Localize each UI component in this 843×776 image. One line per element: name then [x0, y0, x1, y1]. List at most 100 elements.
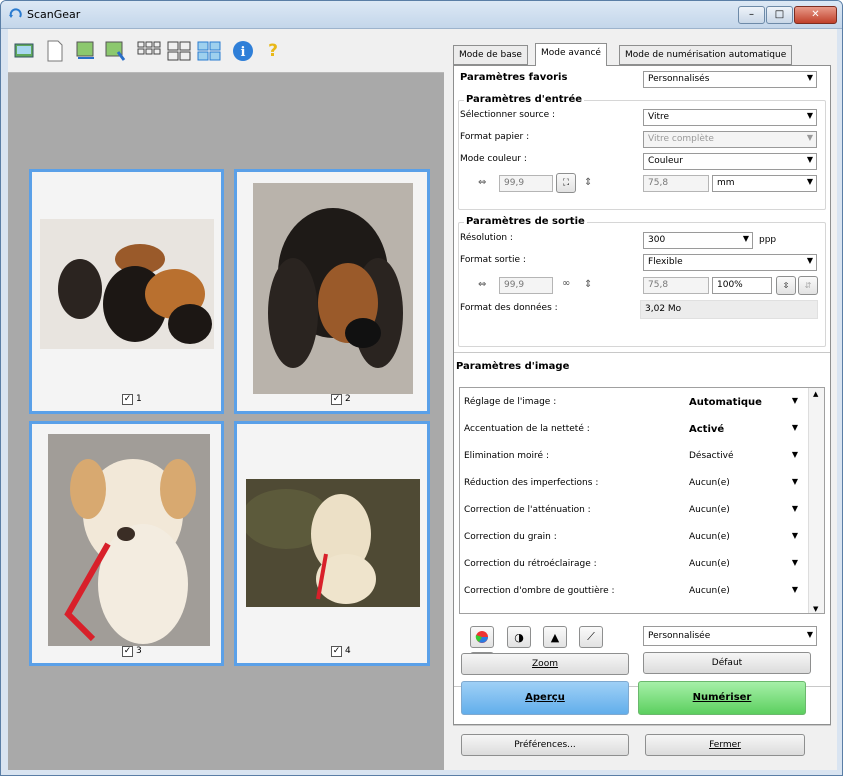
swap-orientation-icon[interactable]: ⇵	[798, 276, 818, 295]
chevron-down-icon: ▼	[806, 133, 813, 142]
thumbnail-1[interactable]: ✓ 1	[29, 169, 224, 414]
tab-advanced-mode[interactable]: Mode avancé	[535, 43, 607, 66]
input-height-field[interactable]: 75,8	[643, 175, 709, 192]
blank-page-icon[interactable]	[42, 38, 68, 64]
photo-labrador-grass	[246, 479, 420, 607]
scale-field[interactable]: 100%	[712, 277, 772, 294]
scangear-logo-icon	[9, 8, 22, 18]
preview-toolbar: i ?	[8, 29, 444, 73]
tab-basic-mode[interactable]: Mode de base	[453, 45, 528, 65]
width-icon: ⇔	[478, 279, 487, 290]
chevron-down-icon: ▼	[791, 558, 798, 567]
maximize-button[interactable]: □	[766, 6, 793, 24]
image-setting-label: Elimination moiré :	[464, 451, 549, 461]
image-setting-dropdown[interactable]: Aucun(e) ▼	[684, 475, 802, 494]
favorites-dropdown[interactable]: Personnalisés ▼	[643, 71, 817, 88]
thumbnail-checkbox[interactable]: ✓	[122, 646, 133, 657]
input-width-field[interactable]: 99,9	[499, 175, 553, 192]
scan-button[interactable]: Numériser	[638, 681, 806, 715]
scale-value: 100%	[717, 280, 743, 290]
resolution-label: Résolution :	[460, 233, 513, 243]
thumbnail-checkbox[interactable]: ✓	[331, 394, 342, 405]
image-setting-value: Activé	[689, 424, 725, 435]
chevron-down-icon: ▼	[791, 477, 798, 486]
image-setting-label: Correction du grain :	[464, 532, 557, 542]
resolution-unit: ppp	[759, 235, 777, 245]
title-bar: ScanGear – □ ✕	[1, 1, 842, 29]
thumbnail-2[interactable]: ✓ 2	[234, 169, 430, 414]
thumbnail-checkbox[interactable]: ✓	[122, 394, 133, 405]
image-setting-dropdown[interactable]: Aucun(e) ▼	[684, 556, 802, 575]
color-mode-dropdown[interactable]: Couleur ▼	[643, 153, 817, 170]
paper-size-dropdown[interactable]: Vitre complète ▼	[643, 131, 817, 148]
whole-image-view-icon[interactable]	[166, 38, 192, 64]
favorites-value: Personnalisés	[648, 74, 710, 84]
default-button[interactable]: Défaut	[643, 652, 811, 674]
image-setting-label: Accentuation de la netteté :	[464, 424, 590, 434]
thumbnail-number: 4	[345, 646, 351, 656]
image-setting-dropdown[interactable]: Désactivé ▼	[684, 448, 802, 467]
scanner-icon[interactable]	[12, 38, 38, 64]
image-setting-label: Correction d'ombre de gouttière :	[464, 586, 615, 596]
image-setting-dropdown[interactable]: Aucun(e) ▼	[684, 502, 802, 521]
image-setting-dropdown[interactable]: Aucun(e) ▼	[684, 583, 802, 602]
divider	[454, 352, 830, 353]
thumbnail-3[interactable]: ✓ 3	[29, 421, 224, 666]
minimize-button[interactable]: –	[738, 6, 765, 24]
crop-icon[interactable]	[72, 38, 98, 64]
crop-all-icon[interactable]	[102, 38, 128, 64]
image-setting-dropdown[interactable]: Automatique ▼	[684, 394, 802, 413]
tone-curve-icon[interactable]: ⟋	[579, 626, 603, 648]
thumbnail-view-icon[interactable]	[136, 38, 162, 64]
divider	[453, 725, 831, 726]
resolution-value: 300	[648, 235, 666, 245]
close-window-button[interactable]: ✕	[794, 6, 837, 24]
image-setting-value: Automatique	[689, 397, 762, 408]
unit-dropdown[interactable]: mm ▼	[712, 175, 817, 192]
help-icon[interactable]: ?	[260, 38, 286, 64]
vertical-scrollbar[interactable]: ▲ ▼	[808, 388, 824, 613]
histogram-icon[interactable]: ▲	[543, 626, 567, 648]
link-icon: ∞	[562, 278, 571, 289]
scroll-up-icon[interactable]: ▲	[813, 390, 818, 398]
tab-auto-scan-mode[interactable]: Mode de numérisation automatique	[619, 45, 793, 65]
thumbnail-checkbox[interactable]: ✓	[331, 646, 342, 657]
scale-stepper-icon[interactable]: ⇳	[776, 276, 796, 295]
window-title: ScanGear	[27, 8, 81, 21]
width-icon: ⇔	[478, 177, 487, 188]
image-setting-dropdown[interactable]: Aucun(e) ▼	[684, 529, 802, 548]
zoom-button[interactable]: Zoom	[461, 653, 629, 675]
source-dropdown[interactable]: Vitre ▼	[643, 109, 817, 126]
scroll-down-icon[interactable]: ▼	[813, 605, 818, 613]
tone-preset-value: Personnalisée	[648, 631, 711, 641]
aspect-lock-icon[interactable]: ⛶	[556, 173, 576, 193]
saturation-color-balance-icon[interactable]	[470, 626, 494, 648]
image-setting-value: Aucun(e)	[689, 478, 730, 488]
image-setting-dropdown[interactable]: Activé ▼	[684, 421, 802, 440]
source-value: Vitre	[648, 112, 670, 122]
advanced-mode-panel: Paramètres favoris Personnalisés ▼ Paramè…	[453, 65, 831, 725]
resolution-dropdown[interactable]: 300 ▼	[643, 232, 753, 249]
thumbnail-number: 1	[136, 394, 142, 404]
chevron-down-icon: ▼	[806, 111, 813, 120]
info-icon[interactable]: i	[230, 38, 256, 64]
close-button[interactable]: Fermer	[645, 734, 805, 756]
output-size-dropdown[interactable]: Flexible ▼	[643, 254, 817, 271]
tone-preset-dropdown[interactable]: Personnalisée ▼	[643, 626, 817, 646]
preview-button[interactable]: Aperçu	[461, 681, 629, 715]
brightness-contrast-icon[interactable]: ◑	[507, 626, 531, 648]
output-size-value: Flexible	[648, 257, 683, 267]
thumbnail-4[interactable]: ✓ 4	[234, 421, 430, 666]
image-setting-label: Réduction des imperfections :	[464, 478, 599, 488]
source-label: Sélectionner source :	[460, 110, 556, 120]
output-width-field[interactable]: 99,9	[499, 277, 553, 294]
image-setting-value: Désactivé	[689, 451, 734, 461]
chevron-down-icon: ▼	[791, 504, 798, 513]
select-all-icon[interactable]	[196, 38, 222, 64]
chevron-down-icon: ▼	[791, 585, 798, 594]
paper-size-label: Format papier :	[460, 132, 530, 142]
chevron-down-icon: ▼	[791, 423, 798, 432]
preferences-button[interactable]: Préférences...	[461, 734, 629, 756]
output-height-field[interactable]: 75,8	[643, 277, 709, 294]
color-mode-label: Mode couleur :	[460, 154, 527, 164]
